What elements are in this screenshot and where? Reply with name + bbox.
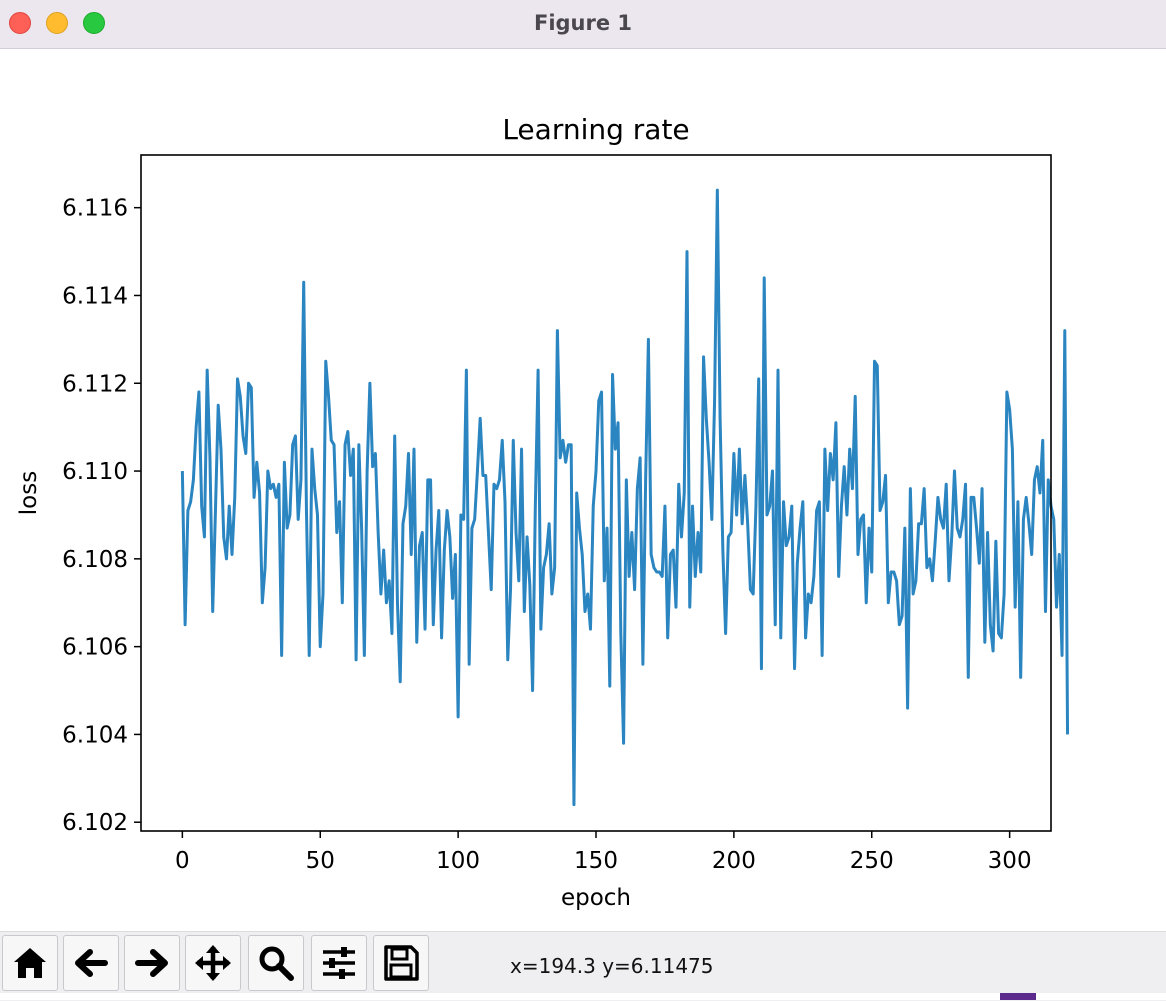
floppy-disk-icon <box>384 945 419 981</box>
sliders-icon <box>323 947 355 979</box>
save-button[interactable] <box>373 935 429 991</box>
home-button[interactable] <box>2 935 58 991</box>
y-tick-label: 6.114 <box>62 283 128 309</box>
line-chart: 0 50 100 150 200 250 300 6.102 6.104 6.106 6.108 6.… <box>16 113 1070 911</box>
zoom-button[interactable] <box>248 935 304 991</box>
arrow-right-icon <box>135 949 168 977</box>
dock-indicator <box>1000 993 1036 1000</box>
configure-subplots-button[interactable] <box>311 935 367 991</box>
magnifier-icon <box>259 946 294 981</box>
window-title: Figure 1 <box>533 11 633 35</box>
y-tick-label: 6.112 <box>62 371 128 397</box>
y-tick-label: 6.116 <box>62 196 128 222</box>
arrow-left-icon <box>75 949 108 977</box>
window-titlebar: Figure 1 <box>0 0 1166 49</box>
pan-button[interactable] <box>185 935 241 991</box>
y-tick-label: 6.106 <box>62 635 128 661</box>
y-tick-label: 6.102 <box>62 810 128 836</box>
y-tick-label: 6.110 <box>62 459 128 485</box>
cursor-coordinates: x=194.3 y=6.11475 <box>510 954 714 978</box>
x-tick-label: 0 <box>175 848 190 874</box>
back-button[interactable] <box>63 935 119 991</box>
x-axis-label: epoch <box>561 885 631 911</box>
x-tick-label: 200 <box>712 848 756 874</box>
x-tick-label: 300 <box>988 848 1032 874</box>
home-icon <box>14 948 46 978</box>
y-tick-label: 6.108 <box>62 547 128 573</box>
chart-title: Learning rate <box>502 113 689 146</box>
x-tick-label: 50 <box>306 848 335 874</box>
move-icon <box>195 945 231 981</box>
y-tick-label: 6.104 <box>62 722 128 748</box>
series-line <box>180 188 1070 807</box>
x-tick-label: 150 <box>574 848 618 874</box>
navigation-toolbar: x=194.3 y=6.11475 <box>0 931 1166 1001</box>
figure-canvas[interactable]: 0 50 100 150 200 250 300 6.102 6.104 6.106 6.108 6.… <box>0 49 1166 931</box>
bottom-edge <box>0 993 1166 1000</box>
forward-button[interactable] <box>124 935 180 991</box>
x-tick-label: 100 <box>436 848 480 874</box>
x-tick-label: 250 <box>850 848 894 874</box>
y-axis-label: loss <box>16 471 42 515</box>
